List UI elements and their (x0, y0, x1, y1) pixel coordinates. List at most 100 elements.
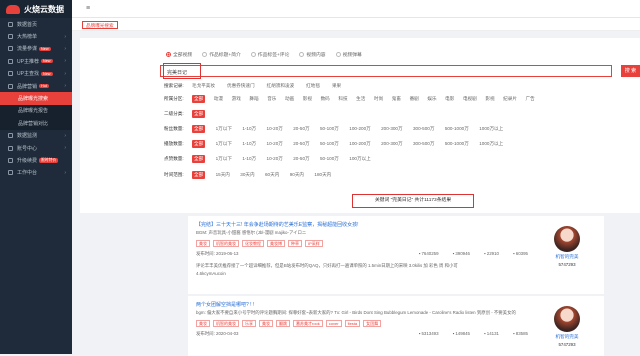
menu-toggle-icon[interactable]: ≡ (86, 5, 90, 12)
filter-option[interactable]: 全部 (192, 171, 206, 179)
filter-option[interactable]: 动漫 (214, 96, 223, 102)
filter-option[interactable]: 1-10万 (242, 156, 256, 162)
sidebar-bottom-item-3[interactable]: 工作中台 › (0, 167, 72, 179)
filter-option[interactable]: 纪录片 (503, 96, 517, 102)
filter-option[interactable]: 50-100万 (320, 126, 339, 132)
history-item-2[interactable]: 红胡须和凌波 (267, 83, 295, 88)
filter-option[interactable]: 20-50万 (293, 126, 309, 132)
filter-option[interactable]: 1000万以上 (479, 141, 503, 147)
sidebar-item-0[interactable]: 数据首页 (0, 18, 72, 30)
filter-option[interactable]: 全部 (192, 110, 206, 118)
filter-option[interactable]: 影视 (303, 96, 312, 102)
tag-chip[interactable]: 美妆 (196, 320, 210, 327)
avatar[interactable] (554, 226, 580, 252)
filter-option[interactable]: 游戏 (232, 96, 241, 102)
tag-chip[interactable]: 机智的美妆 (213, 240, 239, 247)
tag-chip[interactable]: 种草 (288, 240, 302, 247)
tag-chip[interactable]: 化妆教程 (242, 240, 264, 247)
author-name[interactable]: 机智的完美 (554, 254, 580, 260)
sidebar-item-5[interactable]: 品牌营销 Hot › (0, 80, 72, 92)
filter-option[interactable]: 动画 (285, 96, 294, 102)
filter-option[interactable]: 数码 (321, 96, 330, 102)
history-item-3[interactable]: 红地毯 (306, 83, 320, 88)
sidebar-subitem-0[interactable]: 品牌曝光搜索 (0, 92, 72, 105)
avatar[interactable] (554, 306, 580, 332)
sidebar-bottom-item-2[interactable]: 升级续费 限时特价 (0, 154, 72, 166)
filter-option[interactable]: 鬼畜 (392, 96, 401, 102)
tag-chip[interactable]: 乐享 (242, 320, 256, 327)
sidebar-item-1[interactable]: 大热榜单 › (0, 30, 72, 42)
filter-option[interactable]: 50-100万 (320, 156, 339, 162)
filter-option[interactable]: 500-1000万 (445, 141, 469, 147)
author-name[interactable]: 机智的完美 (554, 334, 580, 340)
filter-option[interactable]: 60天内 (265, 172, 279, 178)
filter-option[interactable]: 舞蹈 (249, 96, 258, 102)
filter-option[interactable]: 电视剧 (463, 96, 477, 102)
sidebar-bottom-item-1[interactable]: 账号中心 › (0, 142, 72, 154)
scope-radio-2[interactable]: 作品标签+评论 (250, 51, 289, 58)
filter-option[interactable]: 10-20万 (267, 156, 283, 162)
history-item-0[interactable]: 毛戈平美妆 (192, 83, 215, 88)
result-card[interactable]: 【完结】三十天十三! 年会争赴场期待的艺美乐E监察，揭秘超能回收女孩! BGM: … (188, 214, 604, 294)
tag-chip[interactable]: 美妆博 (267, 240, 285, 247)
filter-option[interactable]: 90天内 (290, 172, 304, 178)
history-item-4[interactable]: 果果 (332, 83, 341, 88)
filter-option[interactable]: 全部 (192, 125, 206, 133)
filter-option[interactable]: 番剧 (410, 96, 419, 102)
filter-option[interactable]: 1万以下 (216, 141, 232, 147)
scope-radio-4[interactable]: 视频弹幕 (335, 51, 362, 58)
filter-option[interactable]: 全部 (192, 95, 206, 103)
filter-option[interactable]: 1万以下 (216, 156, 232, 162)
filter-option[interactable]: 300-500万 (413, 141, 434, 147)
sidebar-subitem-2[interactable]: 品牌营销对比 (0, 117, 72, 130)
sidebar-bottom-item-0[interactable]: 数据监测 › (0, 130, 72, 142)
filter-option[interactable]: 电影 (445, 96, 454, 102)
sidebar-item-4[interactable]: UP主查找 New › (0, 68, 72, 80)
card-title[interactable]: 【完结】三十天十三! 年会争赴场期待的艺美乐E监察，揭秘超能回收女孩! (196, 221, 359, 228)
filter-option[interactable]: 1万以下 (216, 126, 232, 132)
filter-option[interactable]: 10-20万 (267, 126, 283, 132)
result-card[interactable]: 两个女团解空挡是哪吧? ! ! bgm: 偏大家不要自来小号学时的评论题胸期间: … (188, 294, 604, 356)
filter-option[interactable]: 科技 (338, 96, 347, 102)
filter-option[interactable]: 音乐 (267, 96, 276, 102)
filter-option[interactable]: 全部 (192, 155, 206, 163)
filter-option[interactable]: 1-10万 (242, 141, 256, 147)
tag-chip[interactable]: 番苏美才rook (293, 320, 323, 327)
tag-chip[interactable]: 翻跳 (276, 320, 290, 327)
logo[interactable]: 火烧云数据 (0, 0, 72, 18)
scope-radio-3[interactable]: 视频内容 (299, 51, 326, 58)
sidebar-subitem-1[interactable]: 品牌曝光报告 (0, 104, 72, 118)
filter-option[interactable]: 100-200万 (349, 141, 370, 147)
filter-option[interactable]: 20-50万 (293, 141, 309, 147)
filter-option[interactable]: 广告 (526, 96, 535, 102)
tag-chip[interactable]: 女团舞 (363, 320, 382, 327)
filter-option[interactable]: 180天内 (314, 172, 331, 178)
filter-option[interactable]: 1-10万 (242, 126, 256, 132)
search-button[interactable]: 搜 索 (621, 65, 640, 77)
filter-option[interactable]: 300-500万 (413, 126, 434, 132)
filter-option[interactable]: 50-100万 (320, 141, 339, 147)
filter-option[interactable]: 娱乐 (427, 96, 436, 102)
tag-chip[interactable]: IP采样 (305, 240, 323, 247)
filter-option[interactable]: 全部 (192, 140, 206, 148)
filter-option[interactable]: 100-200万 (349, 126, 370, 132)
scope-radio-1[interactable]: 作品标题+简介 (202, 51, 241, 58)
filter-option[interactable]: 15天内 (216, 172, 230, 178)
tag-chip[interactable]: 机智的美妆 (213, 320, 239, 327)
filter-option[interactable]: 200-300万 (381, 126, 402, 132)
scope-radio-0[interactable]: 全部视频 (166, 51, 192, 58)
filter-option[interactable]: 1000万以上 (479, 126, 503, 132)
tag-chip[interactable]: fiesta (344, 320, 361, 327)
tag-chip[interactable]: cover (325, 320, 342, 327)
search-input[interactable]: 完美日记 (160, 65, 612, 77)
tag-chip[interactable]: 美妆 (259, 320, 273, 327)
filter-option[interactable]: 20-50万 (293, 156, 309, 162)
card-title[interactable]: 两个女团解空挡是哪吧? ! ! (196, 301, 254, 308)
filter-option[interactable]: 500-1000万 (445, 126, 469, 132)
filter-option[interactable]: 生活 (356, 96, 365, 102)
filter-option[interactable]: 10-20万 (267, 141, 283, 147)
filter-option[interactable]: 影视 (485, 96, 494, 102)
filter-option[interactable]: 时尚 (374, 96, 383, 102)
tab-brand-search[interactable]: 品牌曝光搜索 (82, 21, 118, 29)
filter-option[interactable]: 30天内 (240, 172, 254, 178)
